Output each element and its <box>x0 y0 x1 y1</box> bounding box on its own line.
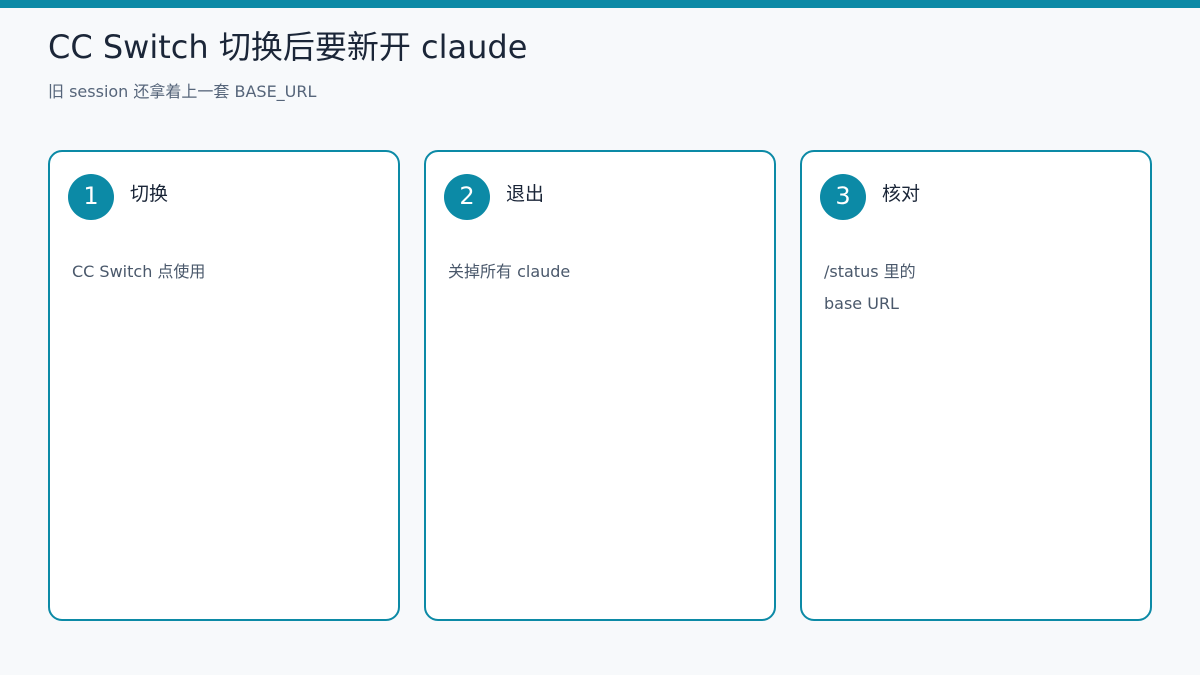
accent-top-bar <box>0 0 1200 8</box>
step-description-line: CC Switch 点使用 <box>72 262 206 281</box>
step-card-3: 3 核对 /status 里的 base URL <box>800 150 1152 621</box>
step-description: /status 里的 base URL <box>824 256 1124 320</box>
step-description: 关掉所有 claude <box>448 256 748 288</box>
step-description: CC Switch 点使用 <box>72 256 372 288</box>
step-title: 核对 <box>882 183 921 205</box>
steps-container: 1 切换 CC Switch 点使用 2 退出 关掉所有 claude 3 核对… <box>48 150 1153 621</box>
step-number-badge: 2 <box>444 174 490 220</box>
step-description-line: 关掉所有 claude <box>448 262 571 281</box>
slide-subtitle: 旧 session 还拿着上一套 BASE_URL <box>48 82 317 101</box>
step-description-line: base URL <box>824 294 899 313</box>
step-card-1: 1 切换 CC Switch 点使用 <box>48 150 400 621</box>
step-description-line: /status 里的 <box>824 262 916 281</box>
step-number-badge: 3 <box>820 174 866 220</box>
step-card-2: 2 退出 关掉所有 claude <box>424 150 776 621</box>
slide-title: CC Switch 切换后要新开 claude <box>48 28 528 66</box>
step-title: 切换 <box>130 183 169 205</box>
step-number-badge: 1 <box>68 174 114 220</box>
step-title: 退出 <box>506 183 545 205</box>
